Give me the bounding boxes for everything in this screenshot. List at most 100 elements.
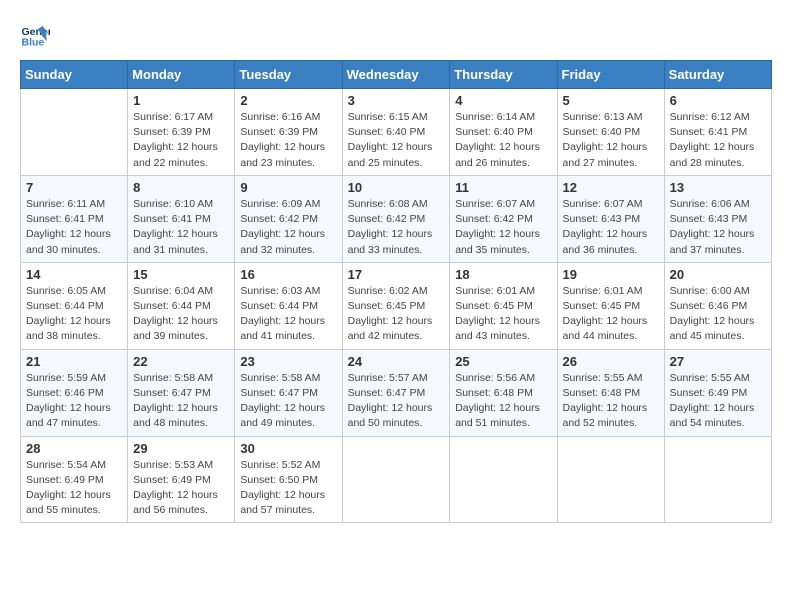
calendar-cell: 16 Sunrise: 6:03 AMSunset: 6:44 PMDaylig… [235,262,342,349]
calendar-cell: 17 Sunrise: 6:02 AMSunset: 6:45 PMDaylig… [342,262,450,349]
calendar-cell: 28 Sunrise: 5:54 AMSunset: 6:49 PMDaylig… [21,436,128,523]
calendar-cell [342,436,450,523]
day-detail: Sunrise: 6:03 AMSunset: 6:44 PMDaylight:… [240,284,336,345]
day-detail: Sunrise: 5:56 AMSunset: 6:48 PMDaylight:… [455,371,551,432]
calendar-cell: 6 Sunrise: 6:12 AMSunset: 6:41 PMDayligh… [664,89,771,176]
calendar-cell [664,436,771,523]
calendar-cell: 5 Sunrise: 6:13 AMSunset: 6:40 PMDayligh… [557,89,664,176]
day-detail: Sunrise: 5:54 AMSunset: 6:49 PMDaylight:… [26,458,122,519]
day-number: 9 [240,180,336,195]
day-number: 17 [348,267,445,282]
day-number: 26 [563,354,659,369]
logo-icon: General Blue [20,20,50,50]
day-detail: Sunrise: 5:52 AMSunset: 6:50 PMDaylight:… [240,458,336,519]
day-detail: Sunrise: 6:04 AMSunset: 6:44 PMDaylight:… [133,284,229,345]
day-number: 29 [133,441,229,456]
weekday-sunday: Sunday [21,61,128,89]
day-number: 11 [455,180,551,195]
calendar-cell: 26 Sunrise: 5:55 AMSunset: 6:48 PMDaylig… [557,349,664,436]
day-number: 27 [670,354,766,369]
calendar-cell: 3 Sunrise: 6:15 AMSunset: 6:40 PMDayligh… [342,89,450,176]
day-number: 5 [563,93,659,108]
calendar-cell: 23 Sunrise: 5:58 AMSunset: 6:47 PMDaylig… [235,349,342,436]
calendar-cell: 24 Sunrise: 5:57 AMSunset: 6:47 PMDaylig… [342,349,450,436]
day-number: 21 [26,354,122,369]
calendar-cell [450,436,557,523]
calendar-cell: 18 Sunrise: 6:01 AMSunset: 6:45 PMDaylig… [450,262,557,349]
calendar-cell: 22 Sunrise: 5:58 AMSunset: 6:47 PMDaylig… [128,349,235,436]
calendar-cell: 14 Sunrise: 6:05 AMSunset: 6:44 PMDaylig… [21,262,128,349]
day-detail: Sunrise: 6:15 AMSunset: 6:40 PMDaylight:… [348,110,445,171]
day-detail: Sunrise: 6:12 AMSunset: 6:41 PMDaylight:… [670,110,766,171]
calendar-cell: 7 Sunrise: 6:11 AMSunset: 6:41 PMDayligh… [21,175,128,262]
day-detail: Sunrise: 6:14 AMSunset: 6:40 PMDaylight:… [455,110,551,171]
weekday-monday: Monday [128,61,235,89]
day-detail: Sunrise: 5:55 AMSunset: 6:49 PMDaylight:… [670,371,766,432]
day-number: 23 [240,354,336,369]
day-detail: Sunrise: 5:59 AMSunset: 6:46 PMDaylight:… [26,371,122,432]
calendar-week-1: 1 Sunrise: 6:17 AMSunset: 6:39 PMDayligh… [21,89,772,176]
day-detail: Sunrise: 6:09 AMSunset: 6:42 PMDaylight:… [240,197,336,258]
weekday-header-row: SundayMondayTuesdayWednesdayThursdayFrid… [21,61,772,89]
day-detail: Sunrise: 6:07 AMSunset: 6:42 PMDaylight:… [455,197,551,258]
day-number: 19 [563,267,659,282]
logo: General Blue [20,20,50,50]
calendar-cell: 15 Sunrise: 6:04 AMSunset: 6:44 PMDaylig… [128,262,235,349]
calendar-cell: 27 Sunrise: 5:55 AMSunset: 6:49 PMDaylig… [664,349,771,436]
calendar-cell [557,436,664,523]
day-number: 16 [240,267,336,282]
calendar-week-5: 28 Sunrise: 5:54 AMSunset: 6:49 PMDaylig… [21,436,772,523]
calendar-cell: 30 Sunrise: 5:52 AMSunset: 6:50 PMDaylig… [235,436,342,523]
day-detail: Sunrise: 6:11 AMSunset: 6:41 PMDaylight:… [26,197,122,258]
day-detail: Sunrise: 6:16 AMSunset: 6:39 PMDaylight:… [240,110,336,171]
calendar-cell: 1 Sunrise: 6:17 AMSunset: 6:39 PMDayligh… [128,89,235,176]
day-number: 2 [240,93,336,108]
weekday-thursday: Thursday [450,61,557,89]
day-detail: Sunrise: 6:02 AMSunset: 6:45 PMDaylight:… [348,284,445,345]
calendar-table: SundayMondayTuesdayWednesdayThursdayFrid… [20,60,772,523]
calendar-week-3: 14 Sunrise: 6:05 AMSunset: 6:44 PMDaylig… [21,262,772,349]
calendar-week-4: 21 Sunrise: 5:59 AMSunset: 6:46 PMDaylig… [21,349,772,436]
day-detail: Sunrise: 6:05 AMSunset: 6:44 PMDaylight:… [26,284,122,345]
calendar-cell: 13 Sunrise: 6:06 AMSunset: 6:43 PMDaylig… [664,175,771,262]
day-number: 18 [455,267,551,282]
calendar-cell: 10 Sunrise: 6:08 AMSunset: 6:42 PMDaylig… [342,175,450,262]
day-number: 8 [133,180,229,195]
calendar-cell: 21 Sunrise: 5:59 AMSunset: 6:46 PMDaylig… [21,349,128,436]
day-detail: Sunrise: 5:53 AMSunset: 6:49 PMDaylight:… [133,458,229,519]
calendar-cell: 29 Sunrise: 5:53 AMSunset: 6:49 PMDaylig… [128,436,235,523]
day-detail: Sunrise: 6:08 AMSunset: 6:42 PMDaylight:… [348,197,445,258]
day-detail: Sunrise: 6:00 AMSunset: 6:46 PMDaylight:… [670,284,766,345]
svg-text:Blue: Blue [22,37,45,49]
weekday-saturday: Saturday [664,61,771,89]
calendar-cell: 11 Sunrise: 6:07 AMSunset: 6:42 PMDaylig… [450,175,557,262]
day-number: 7 [26,180,122,195]
weekday-tuesday: Tuesday [235,61,342,89]
calendar-body: 1 Sunrise: 6:17 AMSunset: 6:39 PMDayligh… [21,89,772,523]
day-detail: Sunrise: 6:01 AMSunset: 6:45 PMDaylight:… [455,284,551,345]
calendar-week-2: 7 Sunrise: 6:11 AMSunset: 6:41 PMDayligh… [21,175,772,262]
calendar-cell: 19 Sunrise: 6:01 AMSunset: 6:45 PMDaylig… [557,262,664,349]
day-number: 13 [670,180,766,195]
day-number: 6 [670,93,766,108]
day-number: 15 [133,267,229,282]
day-detail: Sunrise: 5:55 AMSunset: 6:48 PMDaylight:… [563,371,659,432]
calendar-cell: 8 Sunrise: 6:10 AMSunset: 6:41 PMDayligh… [128,175,235,262]
calendar-cell: 20 Sunrise: 6:00 AMSunset: 6:46 PMDaylig… [664,262,771,349]
day-detail: Sunrise: 6:07 AMSunset: 6:43 PMDaylight:… [563,197,659,258]
page-header: General Blue [20,20,772,50]
calendar-cell: 9 Sunrise: 6:09 AMSunset: 6:42 PMDayligh… [235,175,342,262]
day-detail: Sunrise: 6:01 AMSunset: 6:45 PMDaylight:… [563,284,659,345]
day-number: 10 [348,180,445,195]
day-detail: Sunrise: 6:06 AMSunset: 6:43 PMDaylight:… [670,197,766,258]
weekday-wednesday: Wednesday [342,61,450,89]
day-number: 1 [133,93,229,108]
day-number: 3 [348,93,445,108]
day-number: 25 [455,354,551,369]
calendar-cell: 12 Sunrise: 6:07 AMSunset: 6:43 PMDaylig… [557,175,664,262]
day-detail: Sunrise: 6:13 AMSunset: 6:40 PMDaylight:… [563,110,659,171]
day-detail: Sunrise: 6:10 AMSunset: 6:41 PMDaylight:… [133,197,229,258]
day-detail: Sunrise: 5:58 AMSunset: 6:47 PMDaylight:… [133,371,229,432]
day-number: 4 [455,93,551,108]
calendar-cell: 2 Sunrise: 6:16 AMSunset: 6:39 PMDayligh… [235,89,342,176]
